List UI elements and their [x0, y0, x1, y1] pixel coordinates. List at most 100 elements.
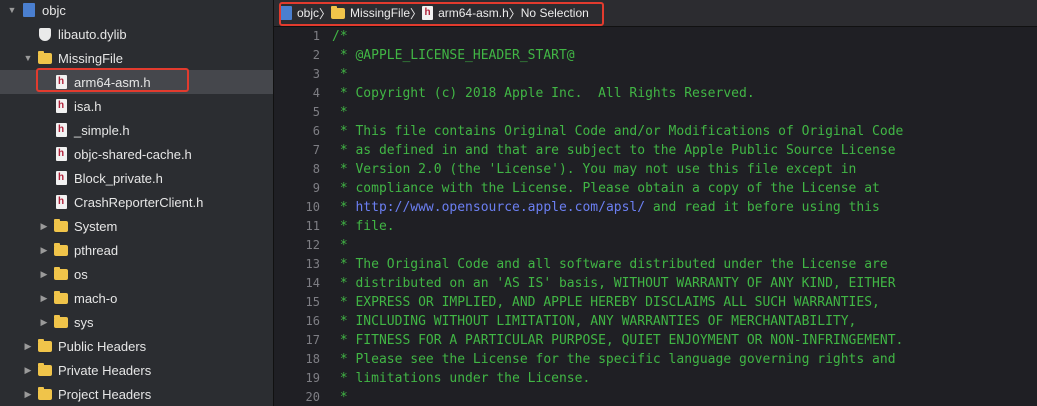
line-number: 14	[305, 276, 320, 290]
code-text: * This file contains Original Code and/o…	[332, 124, 904, 139]
code-line[interactable]: *	[332, 236, 1037, 255]
code-line[interactable]: * compliance with the License. Please ob…	[332, 179, 1037, 198]
code-line[interactable]: * distributed on an 'AS IS' basis, WITHO…	[332, 274, 1037, 293]
line-number: 18	[305, 352, 320, 366]
line-number: 15	[305, 295, 320, 309]
line-number: 17	[305, 333, 320, 347]
sidebar-item[interactable]: ▶ mach-o	[0, 286, 273, 310]
header-file-icon: h	[54, 195, 68, 209]
line-number: 1	[312, 29, 320, 43]
code-line[interactable]: * @APPLE_LICENSE_HEADER_START@	[332, 46, 1037, 65]
code-text: * compliance with the License. Please ob…	[332, 181, 880, 196]
xcode-window: ▼ objc libauto.dylib ▼ MissingFile h arm64-asm…	[0, 0, 1037, 406]
sidebar-item-label: pthread	[74, 242, 119, 258]
disclosure-collapsed-icon[interactable]: ▶	[22, 365, 34, 376]
code-lines[interactable]: /* * @APPLE_LICENSE_HEADER_START@ * * Co…	[332, 27, 1037, 406]
disclosure-collapsed-icon[interactable]: ▶	[38, 317, 50, 328]
disclosure-collapsed-icon[interactable]: ▶	[38, 269, 50, 280]
sidebar-item[interactable]: h _simple.h	[0, 118, 273, 142]
folder-icon	[54, 290, 68, 305]
project-icon	[22, 3, 36, 17]
line-number: 7	[312, 143, 320, 157]
code-text: *	[332, 105, 348, 120]
code-line[interactable]: * http://www.opensource.apple.com/apsl/ …	[332, 198, 1037, 217]
disclosure-collapsed-icon[interactable]: ▶	[38, 221, 50, 232]
sidebar-item[interactable]: h isa.h	[0, 94, 273, 118]
code-text: * INCLUDING WITHOUT LIMITATION, ANY WARR…	[332, 314, 857, 329]
library-icon	[38, 27, 52, 41]
code-line[interactable]: /*	[332, 27, 1037, 46]
code-line[interactable]: * file.	[332, 217, 1037, 236]
code-line[interactable]: * The Original Code and all software dis…	[332, 255, 1037, 274]
sidebar-item[interactable]: ▶ sys	[0, 310, 273, 334]
sidebar-item-label: _simple.h	[74, 122, 130, 138]
sidebar-item[interactable]: ▶ Public Headers	[0, 334, 273, 358]
disclosure-expanded-icon[interactable]: ▼	[22, 53, 34, 63]
sidebar-item-label: CrashReporterClient.h	[74, 194, 204, 210]
code-text: * distributed on an 'AS IS' basis, WITHO…	[332, 276, 896, 291]
disclosure-collapsed-icon[interactable]: ▶	[38, 245, 50, 256]
sidebar-item[interactable]: ▼ MissingFile	[0, 46, 273, 70]
code-line[interactable]: * limitations under the License.	[332, 369, 1037, 388]
code-text: * file.	[332, 219, 395, 234]
code-text: *	[332, 238, 348, 253]
code-line[interactable]: *	[332, 65, 1037, 84]
sidebar-item-label: System	[74, 218, 118, 234]
sidebar-item[interactable]: ▼ objc	[0, 0, 273, 22]
disclosure-collapsed-icon[interactable]: ▶	[22, 389, 34, 400]
sidebar-item[interactable]: ▶ Private Headers	[0, 358, 273, 382]
line-number: 5	[312, 105, 320, 119]
folder-icon	[54, 242, 68, 257]
header-file-icon: h	[54, 147, 68, 161]
line-number: 10	[305, 200, 320, 214]
code-line[interactable]: * as defined in and that are subject to …	[332, 141, 1037, 160]
code-line[interactable]: * INCLUDING WITHOUT LIMITATION, ANY WARR…	[332, 312, 1037, 331]
code-text: * limitations under the License.	[332, 371, 591, 386]
code-line[interactable]: * FITNESS FOR A PARTICULAR PURPOSE, QUIE…	[332, 331, 1037, 350]
folder-icon	[38, 338, 52, 353]
line-number: 12	[305, 238, 320, 252]
sidebar-item-label: isa.h	[74, 98, 102, 114]
sidebar-item[interactable]: h CrashReporterClient.h	[0, 190, 273, 214]
code-text: * EXPRESS OR IMPLIED, AND APPLE HEREBY D…	[332, 295, 880, 310]
code-text: * Copyright (c) 2018 Apple Inc. All Righ…	[332, 86, 755, 101]
disclosure-expanded-icon[interactable]: ▼	[6, 5, 18, 15]
code-line[interactable]: * EXPRESS OR IMPLIED, AND APPLE HEREBY D…	[332, 293, 1037, 312]
sidebar-item[interactable]: ▶ os	[0, 262, 273, 286]
code-text: * Version 2.0 (the 'License'). You may n…	[332, 162, 857, 177]
code-text: *	[332, 390, 348, 405]
sidebar-item[interactable]: libauto.dylib	[0, 22, 273, 46]
code-line[interactable]: * Copyright (c) 2018 Apple Inc. All Righ…	[332, 84, 1037, 103]
code-line[interactable]: * This file contains Original Code and/o…	[332, 122, 1037, 141]
line-number: 16	[305, 314, 320, 328]
line-number: 2	[312, 48, 320, 62]
sidebar-item-label: Private Headers	[58, 362, 152, 378]
source-editor[interactable]: objc 〉 MissingFile 〉 h arm64-asm.h 〉 No Selecti…	[274, 0, 1037, 406]
disclosure-collapsed-icon[interactable]: ▶	[38, 293, 50, 304]
code-line[interactable]: * Version 2.0 (the 'License'). You may n…	[332, 160, 1037, 179]
code-link[interactable]: http://www.opensource.apple.com/apsl/	[355, 200, 645, 215]
sidebar-item[interactable]: ▶ Project Headers	[0, 382, 273, 406]
sidebar-item-label: sys	[74, 314, 94, 330]
sidebar-item-label: Project Headers	[58, 386, 152, 402]
sidebar-item[interactable]: h objc-shared-cache.h	[0, 142, 273, 166]
line-number: 3	[312, 67, 320, 81]
folder-icon	[54, 266, 68, 281]
folder-icon	[38, 362, 52, 377]
folder-icon	[38, 386, 52, 401]
sidebar-item-label: MissingFile	[58, 50, 124, 66]
disclosure-collapsed-icon[interactable]: ▶	[22, 341, 34, 352]
line-number: 13	[305, 257, 320, 271]
code-line[interactable]: *	[332, 103, 1037, 122]
line-number: 20	[305, 390, 320, 404]
selected-file-highlight	[36, 68, 189, 92]
sidebar-item[interactable]: ▶ System	[0, 214, 273, 238]
code-line[interactable]: *	[332, 388, 1037, 406]
project-navigator: ▼ objc libauto.dylib ▼ MissingFile h arm64-asm…	[0, 0, 274, 406]
code-area[interactable]: 1 2 3 4 5 6 7 8 9 10 11 12 13 14 15 16 17 18 19 20 /* * @AP…	[274, 27, 1037, 406]
sidebar-item[interactable]: ▶ pthread	[0, 238, 273, 262]
header-file-icon: h	[54, 171, 68, 185]
line-number: 8	[312, 162, 320, 176]
code-line[interactable]: * Please see the License for the specifi…	[332, 350, 1037, 369]
sidebar-item[interactable]: h Block_private.h	[0, 166, 273, 190]
